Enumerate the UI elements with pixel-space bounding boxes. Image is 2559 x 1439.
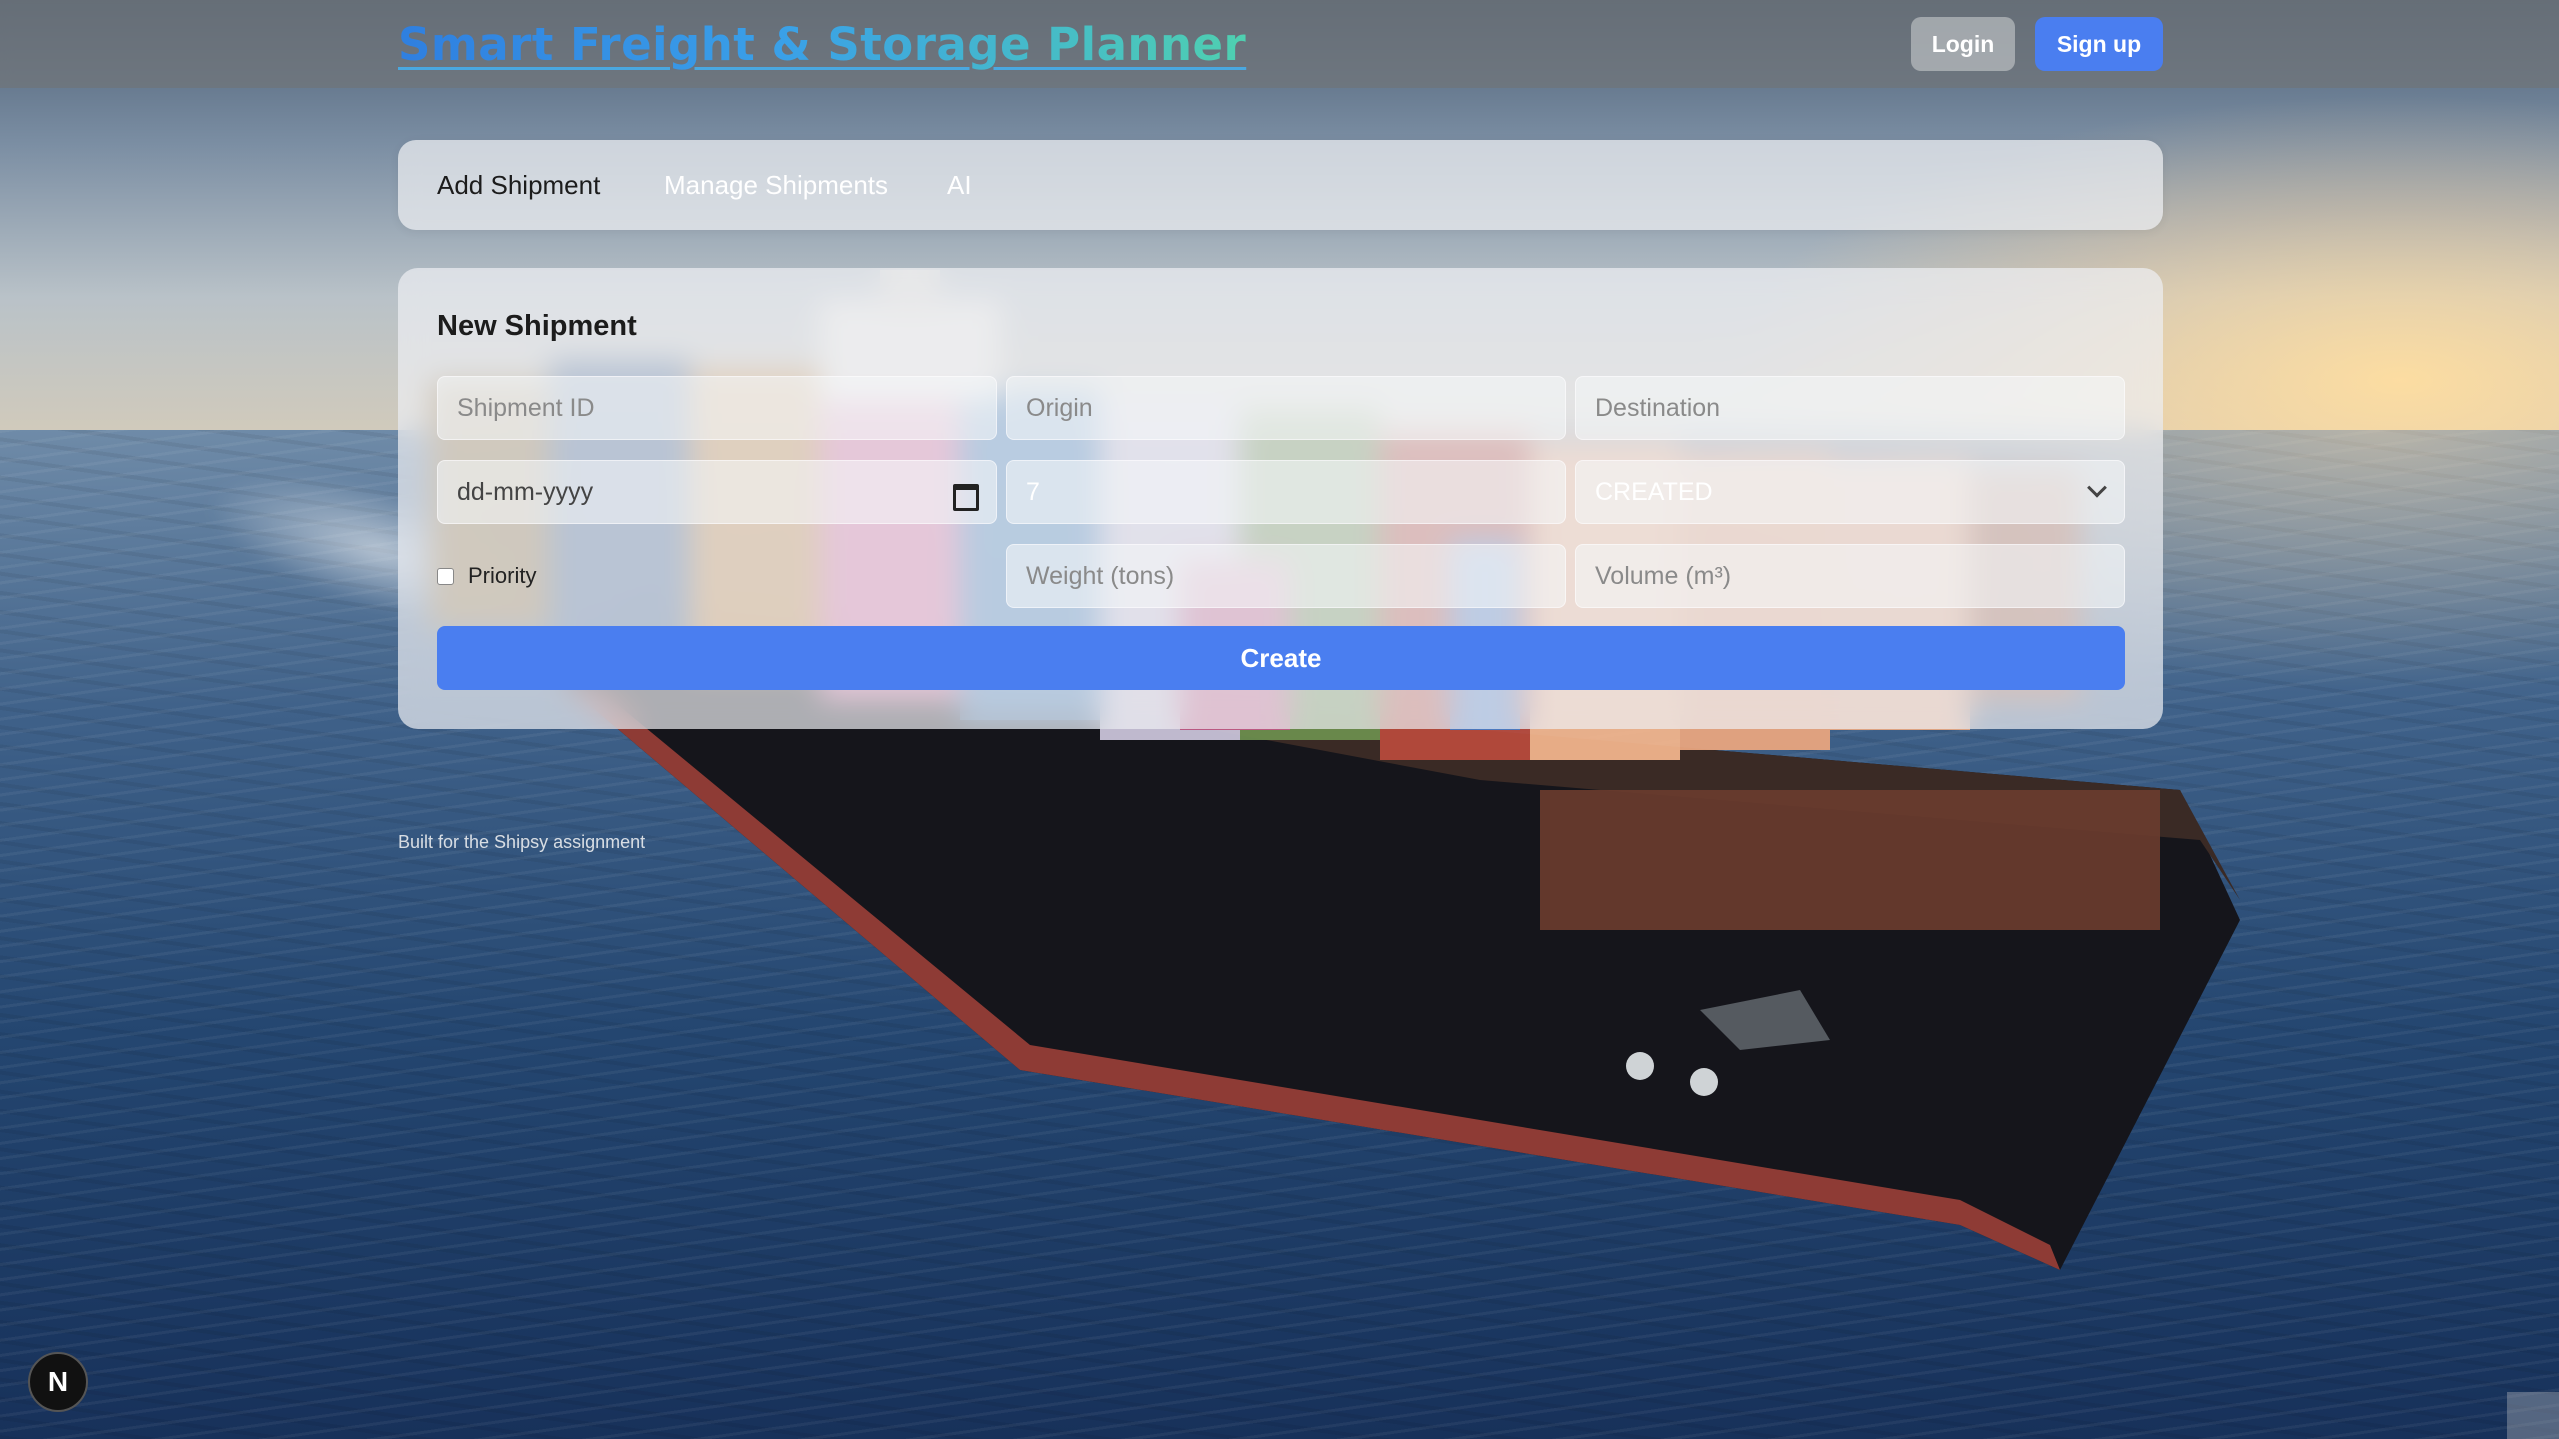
days-value: 7 — [1026, 477, 1040, 506]
calendar-icon[interactable] — [952, 481, 979, 511]
weight-input[interactable] — [1026, 545, 1565, 607]
shipment-id-field — [437, 376, 997, 440]
create-button[interactable]: Create — [437, 626, 2125, 690]
signup-button[interactable]: Sign up — [2035, 17, 2163, 71]
date-input[interactable]: dd-mm-yyyy — [437, 460, 997, 524]
top-nav: Smart Freight & Storage Planner Login Si… — [0, 0, 2559, 88]
priority-option[interactable]: Priority — [437, 560, 536, 592]
priority-label: Priority — [468, 563, 537, 588]
n-badge[interactable]: N — [28, 1352, 88, 1412]
volume-input[interactable] — [1595, 545, 2124, 607]
form-title: New Shipment — [437, 310, 637, 342]
tab-manage-shipments[interactable]: Manage Shipments — [664, 140, 888, 230]
tab-bar: Add Shipment Manage Shipments AI — [398, 140, 2163, 230]
app-title[interactable]: Smart Freight & Storage Planner — [398, 18, 1246, 71]
chevron-down-icon — [2087, 477, 2107, 498]
corner-widget — [2507, 1392, 2559, 1439]
volume-field — [1575, 544, 2125, 608]
origin-input[interactable] — [1026, 377, 1565, 439]
footer-note: Built for the Shipsy assignment — [398, 832, 646, 852]
tab-ai[interactable]: AI — [947, 140, 972, 230]
priority-checkbox[interactable] — [437, 567, 454, 585]
origin-field — [1006, 376, 1566, 440]
shipment-id-input[interactable] — [457, 377, 996, 439]
login-button[interactable]: Login — [1911, 17, 2015, 71]
destination-input[interactable] — [1595, 377, 2124, 439]
tab-add-shipment[interactable]: Add Shipment — [437, 140, 600, 230]
destination-field — [1575, 376, 2125, 440]
weight-field — [1006, 544, 1566, 608]
status-select[interactable]: CREATED — [1575, 460, 2125, 524]
status-selected-value: CREATED — [1595, 477, 1713, 506]
new-shipment-card: New Shipment dd-mm-yyyy 7 CREATED Priori… — [398, 268, 2163, 729]
date-placeholder: dd-mm-yyyy — [457, 477, 594, 506]
days-input[interactable]: 7 — [1006, 460, 1566, 524]
